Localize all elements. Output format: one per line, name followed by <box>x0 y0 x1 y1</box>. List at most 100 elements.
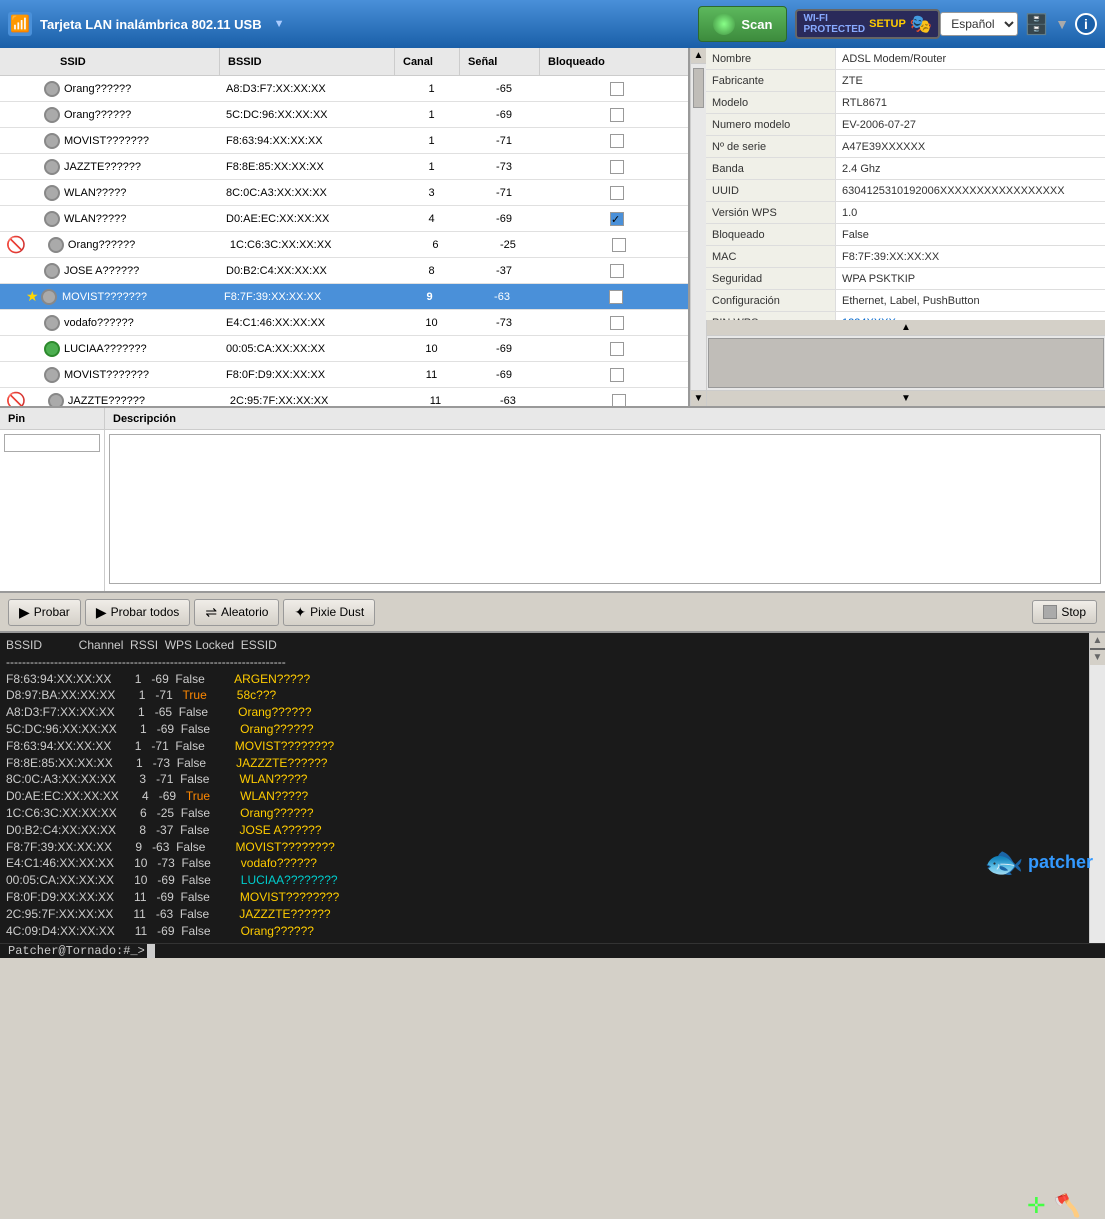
bloqueado-checkbox[interactable] <box>610 134 624 148</box>
title-bar: 📶 Tarjeta LAN inalámbrica 802.11 USB ▼ S… <box>0 0 1105 48</box>
probar-todos-button[interactable]: ▶ Probar todos <box>85 599 191 626</box>
detail-label: Nº de serie <box>706 136 836 157</box>
bloqueado-checkbox[interactable] <box>610 82 624 96</box>
detail-label: Nombre <box>706 48 836 69</box>
star-icon: ★ <box>26 288 39 305</box>
table-row[interactable]: WLAN?????8C:0C:A3:XX:XX:XX3-71 <box>0 180 688 206</box>
network-scrollbar[interactable]: ▲ ▼ <box>690 48 706 406</box>
detail-row: SeguridadWPA PSKTKIP <box>706 268 1105 290</box>
bloqueado-checkbox[interactable] <box>609 290 623 304</box>
console-scroll-down[interactable]: ▼ <box>1090 649 1105 665</box>
bloqueado-checkbox[interactable] <box>610 160 624 174</box>
probar-todos-icon: ▶ <box>96 604 107 621</box>
table-row[interactable]: LUCIAA???????00:05:CA:XX:XX:XX10-69 <box>0 336 688 362</box>
detail-scroll-track <box>707 336 1105 390</box>
wifi-protected-label: WI-FIPROTECTED <box>803 13 865 35</box>
cell-senal: -73 <box>462 161 542 173</box>
table-row[interactable]: 🚫Orang??????1C:C6:3C:XX:XX:XX6-25 <box>0 232 688 258</box>
bloqueado-checkbox[interactable] <box>610 264 624 278</box>
network-table-header: SSID BSSID Canal Señal Bloqueado <box>0 48 688 76</box>
cell-canal: 1 <box>397 135 462 147</box>
dropdown-icon[interactable]: ▼ <box>1055 16 1069 32</box>
bloqueado-checkbox[interactable] <box>610 186 624 200</box>
col-header-senal: Señal <box>460 48 540 75</box>
table-row[interactable]: Orang??????5C:DC:96:XX:XX:XX1-69 <box>0 102 688 128</box>
bloqueado-checkbox[interactable] <box>610 108 624 122</box>
probar-button[interactable]: ▶ Probar <box>8 599 81 626</box>
detail-row: Banda2.4 Ghz <box>706 158 1105 180</box>
cell-ssid: vodafo?????? <box>60 317 222 329</box>
cell-ssid: WLAN????? <box>60 213 222 225</box>
scroll-up-btn[interactable]: ▲ <box>691 48 706 64</box>
bloqueado-checkbox[interactable] <box>610 342 624 356</box>
cell-senal: -69 <box>462 213 542 225</box>
pin-header: Pin Descripción <box>0 408 1105 430</box>
details-scrollbar[interactable]: ▲ ▼ <box>706 320 1105 406</box>
cell-bssid: A8:D3:F7:XX:XX:XX <box>222 83 397 95</box>
pin-desc-textarea[interactable] <box>109 434 1101 584</box>
cell-canal: 3 <box>397 187 462 199</box>
wps-expand-icon[interactable]: ✛ <box>1027 1193 1045 1219</box>
detail-scroll-down[interactable]: ▼ <box>707 390 1105 406</box>
cell-bssid: F8:7F:39:XX:XX:XX <box>220 291 395 303</box>
console-line: 8C:0C:A3:XX:XX:XX 3 -71 False WLAN????? <box>6 771 1083 788</box>
status-bar: Patcher@Tornado:#_> <box>0 943 1105 958</box>
scan-button[interactable]: Scan <box>698 6 787 42</box>
aleatorio-button[interactable]: ⇌ Aleatorio <box>194 599 279 626</box>
pin-input[interactable] <box>4 434 100 452</box>
row-icons: ★ <box>0 288 58 305</box>
cell-bloqueado <box>542 316 688 330</box>
table-row[interactable]: WLAN?????D0:AE:EC:XX:XX:XX4-69✓ <box>0 206 688 232</box>
detail-row: UUID6304125310192006XXXXXXXXXXXXXXXXX <box>706 180 1105 202</box>
stop-button[interactable]: Stop <box>1032 600 1097 624</box>
cell-ssid: JAZZTE?????? <box>64 395 226 407</box>
detail-scroll-thumb[interactable] <box>708 338 1104 388</box>
info-button[interactable]: i <box>1075 13 1097 35</box>
signal-indicator <box>48 393 64 407</box>
scroll-down-btn[interactable]: ▼ <box>691 390 706 406</box>
setup-label[interactable]: SETUP <box>869 18 906 30</box>
pin-input-col <box>0 430 105 591</box>
table-row[interactable]: Orang??????A8:D3:F7:XX:XX:XX1-65 <box>0 76 688 102</box>
cell-senal: -73 <box>462 317 542 329</box>
pixie-dust-icon: ✦ <box>294 604 306 621</box>
table-row[interactable]: ★MOVIST???????F8:7F:39:XX:XX:XX9-63 <box>0 284 688 310</box>
bloqueado-checkbox[interactable] <box>610 316 624 330</box>
table-row[interactable]: JOSE A??????D0:B2:C4:XX:XX:XX8-37 <box>0 258 688 284</box>
row-icons: 🚫 <box>0 235 64 255</box>
cell-ssid: LUCIAA??????? <box>60 343 222 355</box>
detail-label: UUID <box>706 180 836 201</box>
bloqueado-checkbox[interactable] <box>612 394 626 407</box>
database-icon[interactable]: 🗄️ <box>1024 12 1049 37</box>
cell-bssid: F8:63:94:XX:XX:XX <box>222 135 397 147</box>
banned-icon: 🚫 <box>6 235 26 255</box>
patcher-brand-text: patcher <box>1028 852 1093 873</box>
console-line: D0:B2:C4:XX:XX:XX 8 -37 False JOSE A????… <box>6 822 1083 839</box>
cell-senal: -69 <box>462 109 542 121</box>
table-row[interactable]: 🚫JAZZTE??????2C:95:7F:XX:XX:XX11-63 <box>0 388 688 406</box>
cell-senal: -65 <box>462 83 542 95</box>
row-icons <box>0 263 60 279</box>
detail-scroll-up[interactable]: ▲ <box>707 320 1105 336</box>
detail-value: WPA PSKTKIP <box>836 268 1105 289</box>
detail-label: Modelo <box>706 92 836 113</box>
scroll-thumb[interactable] <box>693 68 704 108</box>
bloqueado-checkbox[interactable] <box>610 368 624 382</box>
bloqueado-checkbox[interactable]: ✓ <box>610 212 624 226</box>
detail-value[interactable]: 1234XXXX <box>836 312 1105 320</box>
pixie-dust-button[interactable]: ✦ Pixie Dust <box>283 599 375 626</box>
console-scroll-up[interactable]: ▲ <box>1090 633 1105 649</box>
console-line: E4:C1:46:XX:XX:XX 10 -73 False vodafo???… <box>6 855 1083 872</box>
detail-value: EV-2006-07-27 <box>836 114 1105 135</box>
table-row[interactable]: MOVIST???????F8:0F:D9:XX:XX:XX11-69 <box>0 362 688 388</box>
table-row[interactable]: JAZZTE??????F8:8E:85:XX:XX:XX1-73 <box>0 154 688 180</box>
signal-indicator <box>48 237 64 253</box>
table-row[interactable]: vodafo??????E4:C1:46:XX:XX:XX10-73 <box>0 310 688 336</box>
table-row[interactable]: MOVIST???????F8:63:94:XX:XX:XX1-71 <box>0 128 688 154</box>
language-select[interactable]: Español <box>940 12 1018 36</box>
cell-bssid: D0:AE:EC:XX:XX:XX <box>222 213 397 225</box>
bloqueado-checkbox[interactable] <box>612 238 626 252</box>
console-scrollbar[interactable]: ▲ ▼ <box>1089 633 1105 943</box>
version-dropdown[interactable]: ▼ <box>274 18 285 30</box>
wps-stop-icon[interactable]: 🪓 <box>1054 1193 1081 1219</box>
